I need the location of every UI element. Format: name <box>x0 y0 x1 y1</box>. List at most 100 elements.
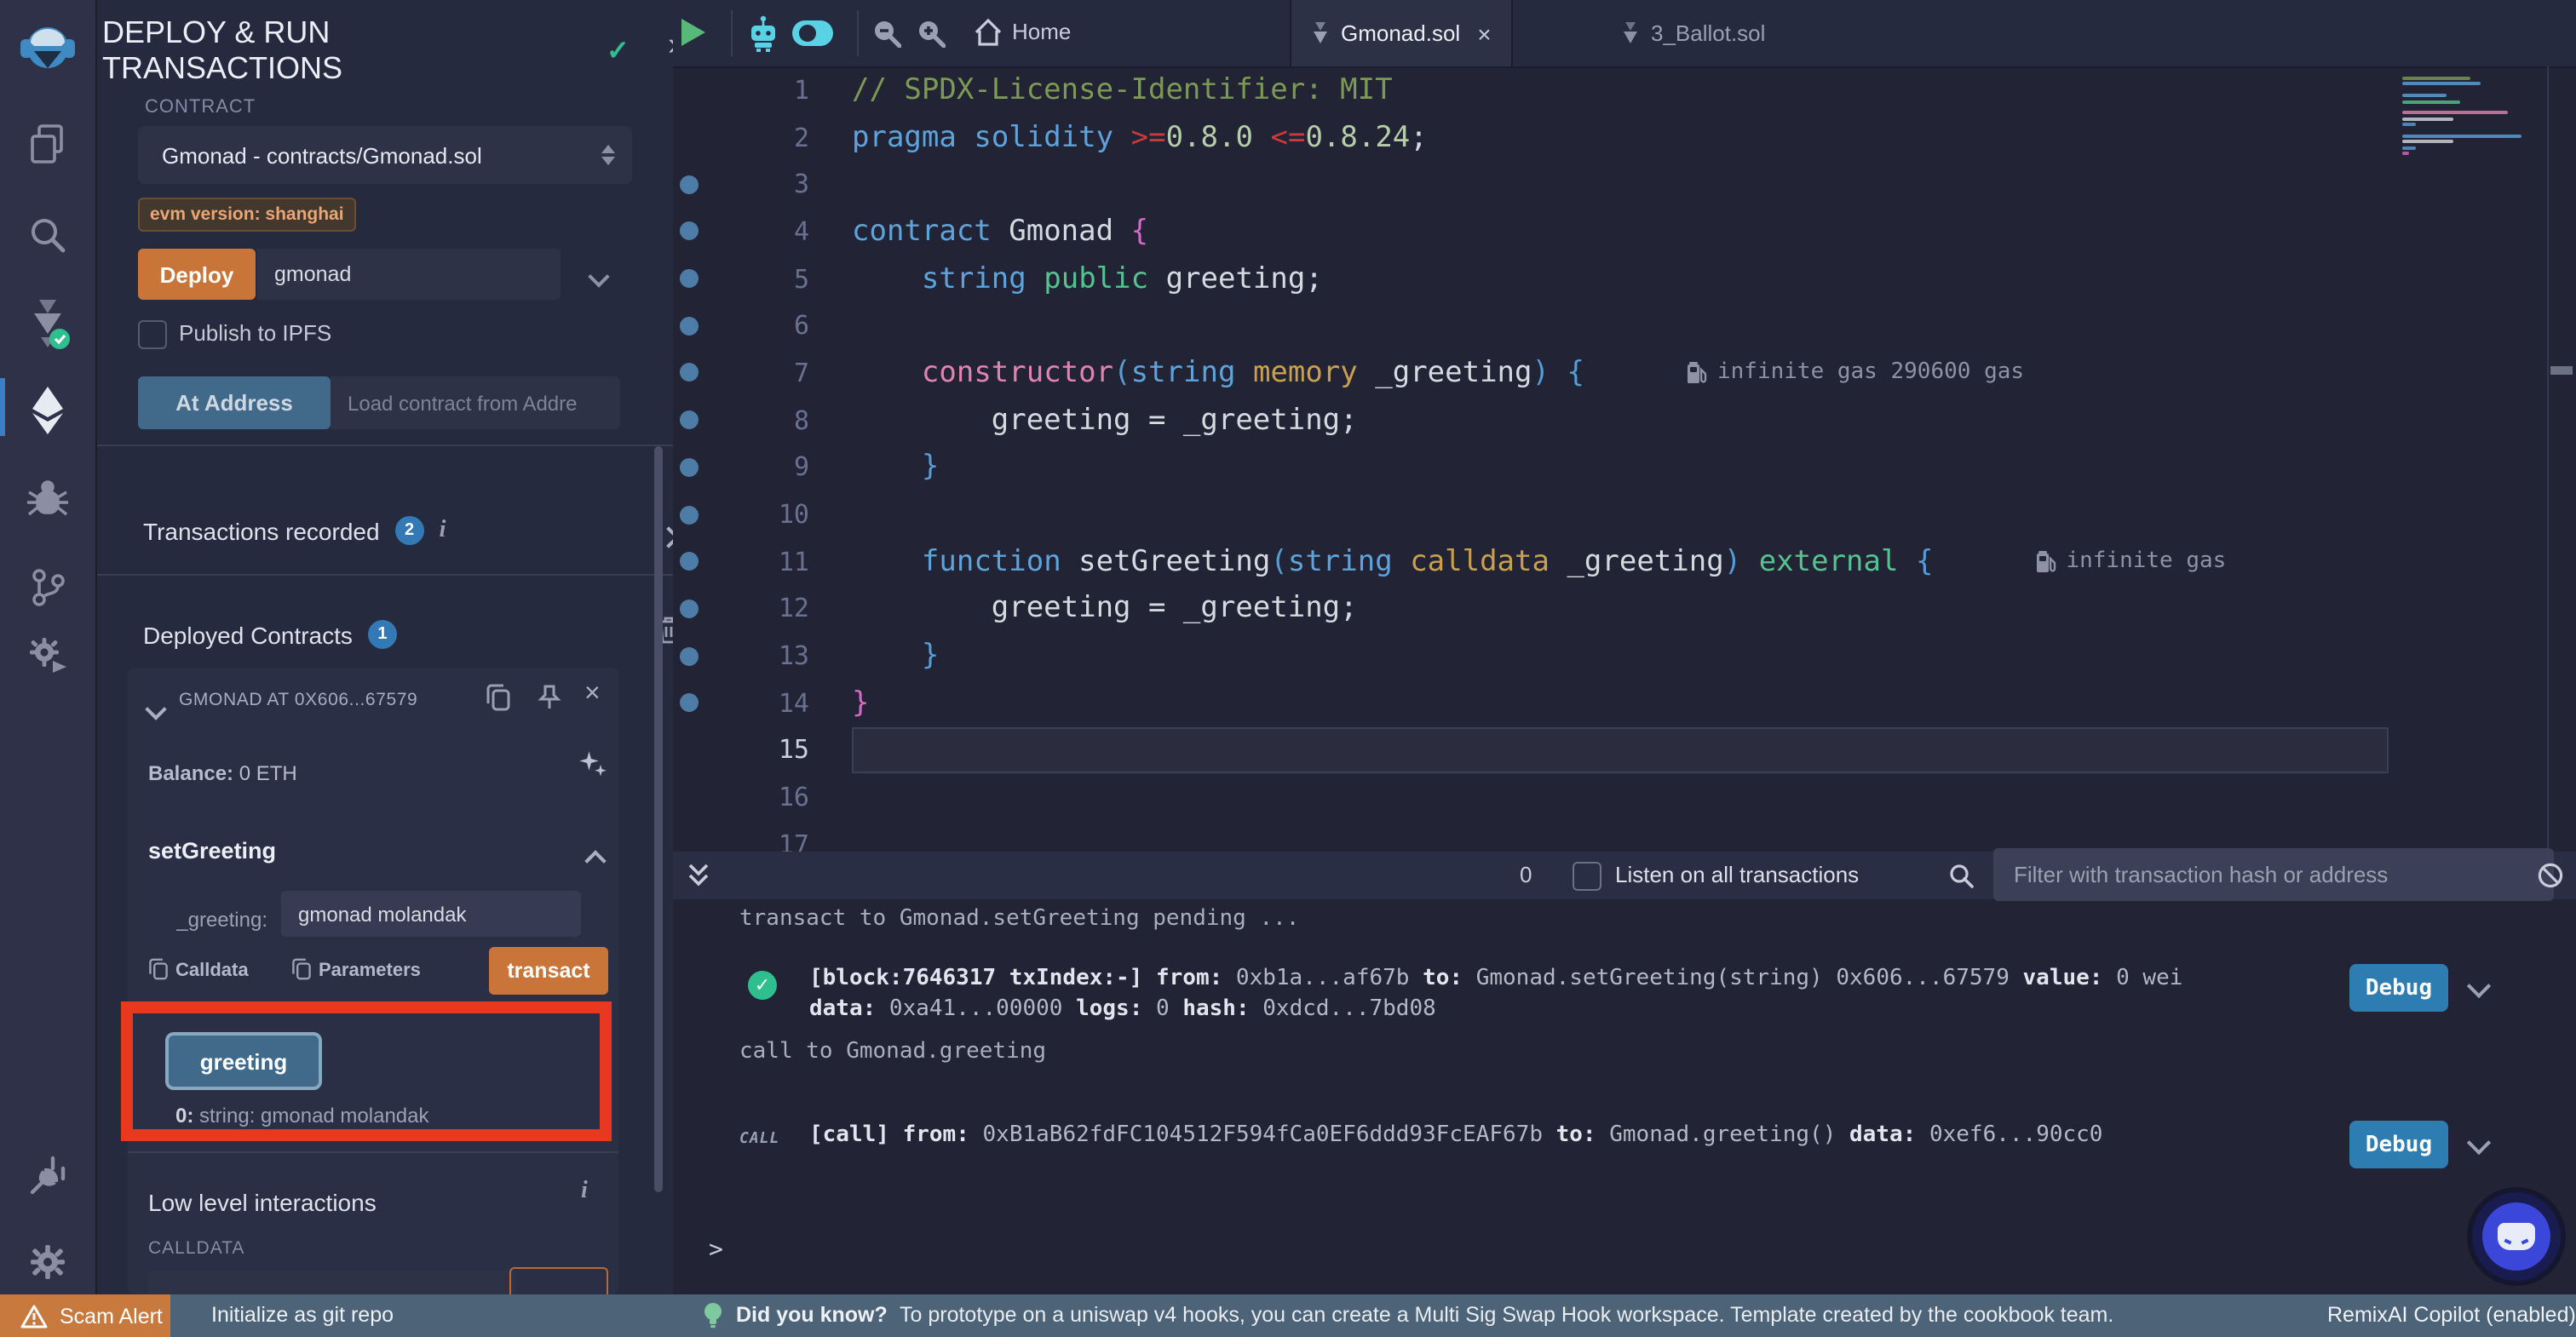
deploy-button[interactable]: Deploy <box>138 249 256 300</box>
minimap-line <box>2402 123 2416 126</box>
tab-home[interactable]: Home <box>1012 19 1071 44</box>
search-icon[interactable] <box>1947 862 1975 889</box>
remix-logo[interactable] <box>0 20 95 78</box>
code-line[interactable]: 7 constructor(string memory _greeting) {… <box>673 349 2576 396</box>
source-control-icon[interactable] <box>0 565 95 610</box>
code-line[interactable]: 9 } <box>673 444 2576 491</box>
solidity-compiler-icon[interactable] <box>0 296 95 351</box>
line-change-dot <box>673 269 704 288</box>
minimap[interactable] <box>2395 66 2547 852</box>
code-line[interactable]: 8 greeting = _greeting; <box>673 397 2576 444</box>
terminal-log-line: transact to Gmonad.setGreeting pending .… <box>739 906 1299 932</box>
ai-toggle-icon[interactable] <box>791 19 835 48</box>
publish-ipfs-checkbox[interactable] <box>138 320 167 349</box>
parameters-copy-label[interactable]: Parameters <box>319 961 421 981</box>
code-line[interactable]: 2pragma solidity >=0.8.0 <=0.8.24; <box>673 113 2576 160</box>
remix-ai-assistant-button[interactable] <box>2472 1192 2561 1281</box>
ai-robot-icon[interactable] <box>746 15 780 53</box>
chevron-right-icon[interactable] <box>661 525 673 550</box>
debug-button[interactable]: Debug <box>2349 1121 2448 1168</box>
code-line[interactable]: 16 <box>673 774 2576 821</box>
editor-scrollbar-thumb[interactable] <box>2550 366 2573 375</box>
param-input[interactable] <box>281 891 581 937</box>
line-number: 9 <box>704 452 809 483</box>
terminal-filter-input[interactable] <box>1993 848 2554 901</box>
line-number: 3 <box>704 169 809 199</box>
chevron-up-icon[interactable] <box>588 848 603 874</box>
listen-label[interactable]: Listen on all transactions <box>1615 862 1859 887</box>
plugin-manager-icon[interactable] <box>0 634 95 678</box>
collapse-terminal-icon[interactable] <box>687 860 710 891</box>
select-arrows-icon <box>601 145 615 165</box>
pin-icon[interactable] <box>537 683 562 712</box>
tx-summary[interactable]: [call] from: 0xB1aB62fdFC104512F594fCa0E… <box>809 1121 2508 1151</box>
calldata-copy-label[interactable]: Calldata <box>175 961 249 981</box>
chevron-down-icon[interactable] <box>2470 975 2487 1001</box>
git-init-button[interactable]: Initialize as git repo <box>211 1303 394 1327</box>
at-address-button[interactable]: At Address <box>138 376 331 429</box>
low-level-calldata-input[interactable] <box>148 1271 516 1294</box>
code-editor[interactable]: 1// SPDX-License-Identifier: MIT2pragma … <box>673 66 2576 852</box>
panel-title: DEPLOY & RUN TRANSACTIONS <box>102 15 443 87</box>
code-line[interactable]: 14} <box>673 680 2576 726</box>
code-line[interactable]: 12 greeting = _greeting; <box>673 585 2576 632</box>
zoom-in-icon[interactable] <box>917 19 946 48</box>
chevron-down-icon[interactable] <box>591 264 607 290</box>
code-line[interactable]: 4contract Gmonad { <box>673 208 2576 255</box>
sparkles-icon[interactable] <box>578 749 608 780</box>
function-name: setGreeting <box>148 838 276 864</box>
code-line[interactable]: 1// SPDX-License-Identifier: MIT <box>673 66 2576 113</box>
debug-button[interactable]: Debug <box>2349 964 2448 1012</box>
listen-checkbox[interactable] <box>1573 862 1601 891</box>
scam-alert-button[interactable]: Scam Alert <box>0 1294 170 1337</box>
code-line[interactable]: 5 string public greeting; <box>673 255 2576 302</box>
low-level-transact-button[interactable] <box>509 1267 608 1294</box>
terminal-prompt[interactable]: > <box>709 1237 723 1264</box>
line-number: 7 <box>704 358 809 388</box>
line-number: 2 <box>704 122 809 152</box>
code-line[interactable]: 17 <box>673 821 2576 852</box>
code-line[interactable]: 13 } <box>673 633 2576 680</box>
code-line[interactable]: 3 <box>673 161 2576 208</box>
panel-scrollbar[interactable] <box>654 446 663 1192</box>
minimap-line <box>2402 141 2453 144</box>
copy-calldata-icon[interactable] <box>148 957 169 981</box>
file-explorer-icon[interactable] <box>0 123 95 167</box>
debugger-icon[interactable] <box>0 477 95 521</box>
contract-instance-header[interactable]: GMONAD AT 0X606...67579 <box>179 690 479 710</box>
deploy-run-icon[interactable] <box>0 385 95 436</box>
greeting-view-button[interactable]: greeting <box>165 1032 322 1090</box>
copy-icon[interactable] <box>486 683 511 712</box>
run-script-icon[interactable] <box>681 19 705 46</box>
code-lines: 1// SPDX-License-Identifier: MIT2pragma … <box>673 66 2576 852</box>
code-line[interactable]: 6 <box>673 302 2576 349</box>
copilot-status[interactable]: RemixAI Copilot (enabled) <box>2327 1303 2576 1327</box>
close-icon[interactable]: × <box>584 680 601 710</box>
contract-select[interactable]: Gmonad - contracts/Gmonad.sol <box>138 126 632 184</box>
settings-gear-icon[interactable] <box>0 1240 95 1284</box>
code-line[interactable]: 10 <box>673 491 2576 537</box>
deploy-arg-input[interactable] <box>257 249 561 300</box>
code-line[interactable]: 11 function setGreeting(string calldata … <box>673 538 2576 585</box>
tab-3-ballot-sol[interactable]: 3_Ballot.sol <box>1601 0 1785 66</box>
terminal-tx-entry: CALL[call] from: 0xB1aB62fdFC104512F594f… <box>739 1121 2508 1151</box>
chevron-down-icon[interactable] <box>2470 1132 2487 1157</box>
chevron-down-icon[interactable] <box>148 697 164 722</box>
transact-button[interactable]: transact <box>489 947 608 995</box>
search-icon[interactable] <box>0 215 95 255</box>
tx-summary[interactable]: [block:7646317 txIndex:-] from: 0xb1a...… <box>809 964 2508 1025</box>
copy-parameters-icon[interactable] <box>291 957 312 981</box>
at-address-input[interactable] <box>331 376 620 429</box>
plugin-connector-icon[interactable] <box>0 1155 95 1199</box>
close-icon[interactable]: × <box>1477 20 1491 47</box>
tab-gmonad-sol[interactable]: Gmonad.sol × <box>1290 0 1514 66</box>
status-bar: Scam Alert Initialize as git repo Did yo… <box>0 1294 2576 1337</box>
info-icon: i <box>440 517 446 544</box>
line-number: 4 <box>704 216 809 247</box>
warning-icon <box>20 1304 48 1328</box>
code-line[interactable]: 15 <box>673 726 2576 773</box>
zoom-out-icon[interactable] <box>872 19 901 48</box>
line-change-dot <box>673 364 704 382</box>
block-icon[interactable] <box>2537 862 2564 889</box>
home-icon[interactable] <box>973 17 1003 48</box>
